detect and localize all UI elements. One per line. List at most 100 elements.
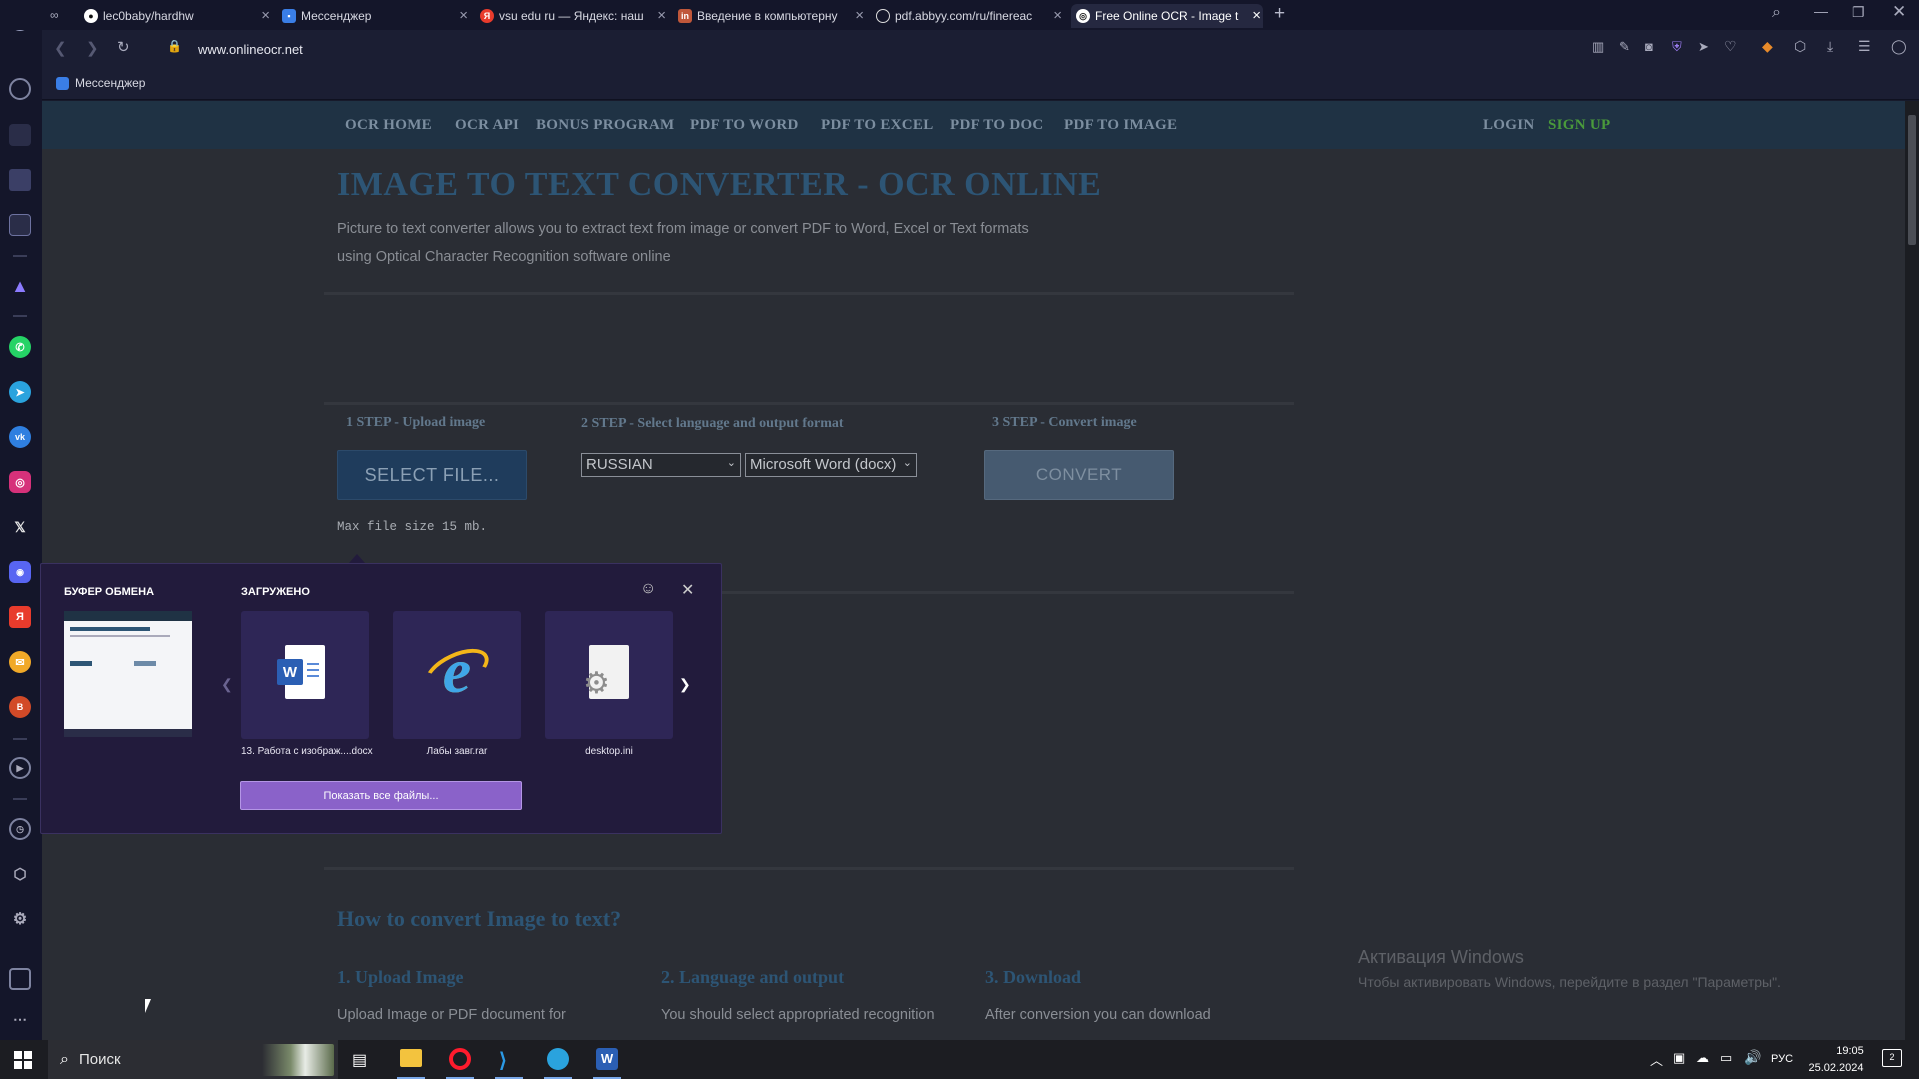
edit-icon[interactable]: ✎ (1619, 39, 1630, 55)
format-select[interactable]: Microsoft Word (docx) ⌄ (745, 453, 917, 477)
reload-icon[interactable]: ↻ (117, 38, 130, 56)
new-tab-button[interactable]: + (1274, 3, 1285, 25)
tab-search-icon[interactable]: ⌕ (1772, 4, 1781, 22)
nav-ocr-home[interactable]: OCR HOME (345, 117, 432, 134)
tab-intro[interactable]: in Введение в компьютерну × (678, 4, 866, 28)
download-item[interactable]: e (393, 611, 521, 739)
scrollbar-thumb[interactable] (1908, 115, 1916, 245)
back-icon[interactable]: ❮ (54, 39, 67, 57)
player-icon[interactable]: ▶ (9, 757, 31, 779)
send-icon[interactable]: ➤ (1698, 39, 1709, 55)
reader-icon[interactable]: ▥ (1592, 39, 1604, 55)
file-explorer-icon[interactable] (400, 1049, 422, 1067)
select-file-button[interactable]: SELECT FILE... (337, 450, 527, 500)
speed-dial-icon[interactable] (9, 78, 31, 100)
show-all-files-button[interactable]: Показать все файлы... (240, 781, 522, 810)
nav-pdf-to-excel[interactable]: PDF TO EXCEL (821, 117, 934, 134)
tab-abbyy[interactable]: pdf.abbyy.com/ru/finereac × (876, 4, 1064, 28)
yandex-icon[interactable]: Я (9, 606, 31, 628)
page-title: IMAGE TO TEXT CONVERTER - OCR ONLINE (337, 166, 1102, 203)
history-icon[interactable]: ◷ (9, 818, 31, 840)
input-language[interactable]: РУС (1771, 1053, 1793, 1065)
signup-link[interactable]: SIGN UP (1548, 117, 1611, 134)
nav-pdf-to-doc[interactable]: PDF TO DOC (950, 117, 1044, 134)
vpn-icon[interactable]: ⛨ (1672, 39, 1682, 55)
mail-icon[interactable]: ✉ (9, 651, 31, 673)
snapshot-icon[interactable]: ◙ (1645, 39, 1653, 54)
briefcase-icon[interactable] (9, 124, 31, 146)
mouse-cursor (145, 999, 151, 1013)
aria-icon[interactable]: ▲ (9, 275, 31, 297)
feedback-icon[interactable]: ☺ (640, 580, 656, 598)
nav-pdf-to-word[interactable]: PDF TO WORD (690, 117, 799, 134)
tab-messenger[interactable]: ▪ Мессенджер × (282, 4, 470, 28)
workspaces-icon[interactable]: ∞ (50, 8, 59, 22)
download-item[interactable]: W (241, 611, 369, 739)
taskbar-search[interactable]: ⌕ Поиск (48, 1040, 338, 1079)
language-select[interactable]: RUSSIAN ⌄ (581, 453, 741, 477)
tab-yandex[interactable]: Я vsu edu ru — Яндекс: наш × (480, 4, 668, 28)
tab-github[interactable]: ● lec0baby/hardhw × (84, 4, 272, 28)
chevron-left-icon[interactable]: ❮ (221, 676, 233, 693)
word-taskbar-icon[interactable]: W (596, 1048, 618, 1070)
gallery-icon[interactable] (9, 968, 31, 990)
metamask-icon[interactable]: ◆ (1762, 38, 1773, 55)
close-icon[interactable]: × (459, 7, 468, 24)
url-field[interactable]: www.onlineocr.net (198, 42, 303, 57)
nav-pdf-to-image[interactable]: PDF TO IMAGE (1064, 117, 1177, 134)
x-icon[interactable]: 𝕏 (9, 516, 31, 538)
tab-onlineocr[interactable]: ◎ Free Online OCR - Image t × (1071, 4, 1263, 28)
close-window-button[interactable]: ✕ (1892, 2, 1906, 22)
network-icon[interactable]: ▭ (1720, 1050, 1732, 1066)
onedrive-icon[interactable]: ☁ (1696, 1050, 1709, 1066)
clipboard-thumbnail[interactable] (64, 611, 192, 737)
heart-icon[interactable]: ♡ (1724, 38, 1737, 55)
extension-cube-icon[interactable]: ⬡ (1794, 38, 1806, 55)
tray-app-icon[interactable]: ▣ (1673, 1050, 1685, 1066)
windows-start-icon[interactable] (14, 1051, 32, 1069)
easy-setup-icon[interactable]: ☰ (1858, 38, 1871, 55)
pinterest-icon[interactable]: B (9, 696, 31, 718)
bookmark-messenger[interactable]: Мессенджер (56, 76, 145, 90)
clock-time[interactable]: 19:05 (1819, 1045, 1881, 1057)
whatsapp-icon[interactable]: ✆ (9, 336, 31, 358)
bookmark-label: Мессенджер (75, 76, 146, 90)
profile-icon[interactable]: ◯ (1891, 38, 1907, 55)
instagram-icon[interactable]: ◎ (9, 471, 31, 493)
how-title: How to convert Image to text? (337, 906, 622, 931)
close-icon[interactable]: × (657, 7, 666, 24)
more-icon[interactable]: ⋯ (9, 1008, 31, 1030)
telegram-taskbar-icon[interactable] (547, 1048, 569, 1070)
forward-icon[interactable]: ❯ (86, 39, 99, 57)
close-icon[interactable]: × (1053, 7, 1062, 24)
address-bar: ❮ ❯ ↻ 🔒 www.onlineocr.net ▥ ✎ ◙ ⛨ ➤ ♡ ◆ … (42, 30, 1919, 68)
tray-chevron-icon[interactable]: ︿ (1650, 1050, 1663, 1069)
close-icon[interactable]: × (855, 7, 864, 24)
extensions-icon[interactable]: ⬡ (9, 863, 31, 885)
minimize-button[interactable]: — (1814, 3, 1828, 19)
discord-icon[interactable]: ◉ (9, 561, 31, 583)
telegram-icon[interactable]: ➤ (9, 381, 31, 403)
convert-button[interactable]: CONVERT (984, 450, 1174, 500)
opera-taskbar-icon[interactable] (449, 1048, 471, 1070)
vk-icon[interactable]: vk (9, 426, 31, 448)
vscode-icon[interactable]: ⟩ (499, 1048, 507, 1073)
chevron-right-icon[interactable]: ❯ (679, 676, 691, 693)
close-icon[interactable]: × (261, 7, 270, 24)
task-view-icon[interactable]: ▤ (352, 1050, 367, 1070)
ai-icon[interactable] (9, 214, 31, 236)
restore-button[interactable]: ❐ (1852, 4, 1865, 21)
browser-sidebar: ▲ ✆ ➤ vk ◎ 𝕏 ◉ Я ✉ B ▶ ◷ ⬡ ⚙ ⋯ (0, 0, 42, 1040)
close-icon[interactable]: × (1252, 7, 1261, 24)
nav-ocr-api[interactable]: OCR API (455, 117, 519, 134)
notifications-icon[interactable]: 2 (1882, 1049, 1902, 1067)
clock-date[interactable]: 25.02.2024 (1805, 1062, 1867, 1074)
twitch-icon[interactable] (9, 169, 31, 191)
settings-icon[interactable]: ⚙ (9, 908, 31, 930)
login-link[interactable]: LOGIN (1483, 117, 1535, 134)
download-icon[interactable]: ⤓ (1827, 38, 1833, 55)
volume-icon[interactable]: 🔊 (1744, 1049, 1761, 1066)
nav-bonus-program[interactable]: BONUS PROGRAM (536, 117, 674, 134)
download-item[interactable]: ⚙ (545, 611, 673, 739)
close-icon[interactable]: ✕ (681, 580, 694, 600)
